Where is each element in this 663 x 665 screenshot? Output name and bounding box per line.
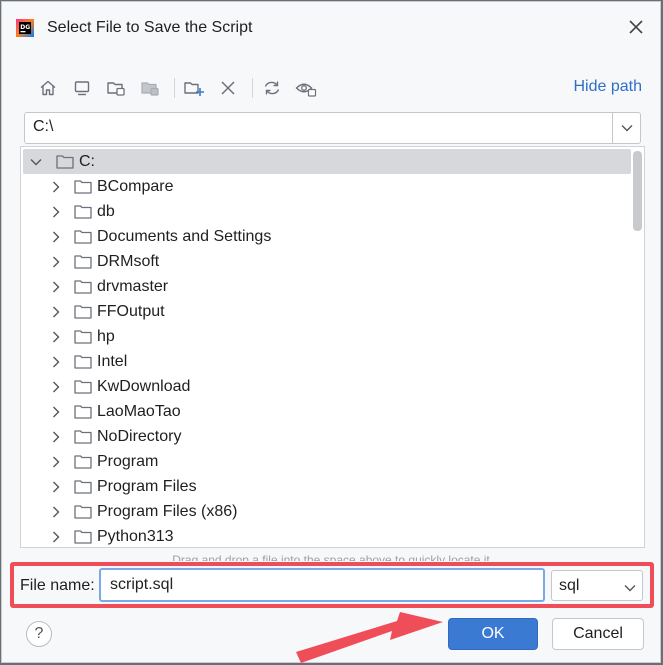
folder-tree[interactable]: C: BCompare db Documents and Settings DRMso…	[20, 146, 645, 548]
chevron-down-icon[interactable]	[29, 155, 43, 169]
tree-row-label: LaoMaoTao	[97, 402, 181, 420]
extension-select[interactable]: sql	[551, 570, 643, 601]
tree-row[interactable]: hp	[21, 324, 631, 349]
tree-row-label: db	[97, 202, 115, 220]
chevron-right-icon[interactable]	[49, 530, 63, 544]
chevron-right-icon[interactable]	[49, 180, 63, 194]
tree-row-label: BCompare	[97, 177, 174, 195]
folder-icon	[73, 504, 93, 520]
folder-icon	[73, 429, 93, 445]
tree-row[interactable]: db	[21, 199, 631, 224]
project-folder-icon[interactable]	[102, 72, 130, 104]
tree-row[interactable]: Intel	[21, 349, 631, 374]
file-name-input[interactable]	[99, 568, 545, 602]
tree-root-row[interactable]: C:	[23, 149, 631, 174]
tree-row-label: Program Files	[97, 477, 197, 495]
path-input[interactable]	[33, 118, 593, 136]
close-icon[interactable]	[624, 15, 648, 39]
tree-row-label: NoDirectory	[97, 427, 182, 445]
folder-icon	[73, 479, 93, 495]
tree-row[interactable]: FFOutput	[21, 299, 631, 324]
chevron-down-icon[interactable]	[612, 113, 640, 143]
chevron-right-icon[interactable]	[49, 405, 63, 419]
folder-icon	[73, 204, 93, 220]
file-toolbar: Hide path	[24, 72, 644, 104]
folder-icon	[73, 329, 93, 345]
chevron-right-icon[interactable]	[49, 230, 63, 244]
tree-row-label: FFOutput	[97, 302, 165, 320]
chevron-right-icon[interactable]	[49, 505, 63, 519]
folder-icon	[73, 179, 93, 195]
tree-row-label: DRMsoft	[97, 252, 160, 270]
toolbar-separator	[174, 78, 175, 98]
refresh-icon[interactable]	[258, 72, 286, 104]
chevron-right-icon[interactable]	[49, 280, 63, 294]
tree-row[interactable]: KwDownload	[21, 374, 631, 399]
tree-row[interactable]: Program Files	[21, 474, 631, 499]
title-bar: DG Select File to Save the Script	[2, 2, 660, 54]
folder-icon	[73, 454, 93, 470]
extension-value: sql	[559, 577, 580, 594]
tree-row[interactable]: DRMsoft	[21, 249, 631, 274]
dialog-title: Select File to Save the Script	[47, 19, 253, 36]
tree-row[interactable]: Python313	[21, 524, 631, 547]
tree-row[interactable]: LaoMaoTao	[21, 399, 631, 424]
tree-root-label: C:	[79, 152, 95, 170]
tree-row-label: KwDownload	[97, 377, 191, 395]
path-combobox[interactable]	[24, 112, 641, 144]
tree-row[interactable]: BCompare	[21, 174, 631, 199]
module-folder-icon[interactable]	[136, 72, 164, 104]
folder-icon	[73, 279, 93, 295]
tree-row[interactable]: Documents and Settings	[21, 224, 631, 249]
chevron-right-icon[interactable]	[49, 480, 63, 494]
toolbar-separator	[252, 78, 253, 98]
cancel-button[interactable]: Cancel	[552, 618, 644, 650]
folder-icon	[55, 154, 75, 170]
svg-text:DG: DG	[20, 24, 30, 31]
chevron-right-icon[interactable]	[49, 355, 63, 369]
folder-icon	[73, 304, 93, 320]
tree-scrollbar[interactable]	[633, 151, 642, 231]
chevron-right-icon[interactable]	[49, 330, 63, 344]
folder-icon	[73, 354, 93, 370]
chevron-right-icon[interactable]	[49, 380, 63, 394]
tree-row-label: drvmaster	[97, 277, 169, 295]
chevron-right-icon[interactable]	[49, 255, 63, 269]
tree-row-label: Python313	[97, 527, 174, 545]
folder-icon	[73, 379, 93, 395]
drag-drop-hint: Drag and drop a file into the space abov…	[172, 553, 490, 561]
chevron-right-icon[interactable]	[49, 305, 63, 319]
folder-icon	[73, 254, 93, 270]
folder-icon	[73, 529, 93, 545]
tree-row[interactable]: drvmaster	[21, 274, 631, 299]
tree-row-label: Intel	[97, 352, 128, 370]
home-icon[interactable]	[34, 72, 62, 104]
help-button[interactable]: ?	[26, 621, 52, 647]
chevron-down-icon[interactable]	[624, 579, 636, 597]
chevron-right-icon[interactable]	[49, 205, 63, 219]
hide-path-link[interactable]: Hide path	[574, 78, 643, 96]
tree-row-label: Program	[97, 452, 159, 470]
folder-icon	[73, 404, 93, 420]
desktop-icon[interactable]	[68, 72, 96, 104]
folder-icon	[73, 229, 93, 245]
show-hidden-icon[interactable]	[292, 72, 320, 104]
file-name-label: File name:	[20, 577, 95, 594]
tree-row-label: hp	[97, 327, 115, 345]
tree-row[interactable]: Program	[21, 449, 631, 474]
chevron-right-icon[interactable]	[49, 455, 63, 469]
save-script-dialog: DG Select File to Save the Script Hide p…	[1, 1, 661, 663]
chevron-right-icon[interactable]	[49, 430, 63, 444]
new-folder-icon[interactable]	[180, 72, 208, 104]
jetbrains-icon: DG	[16, 19, 34, 37]
tree-row[interactable]: NoDirectory	[21, 424, 631, 449]
delete-icon[interactable]	[214, 72, 242, 104]
ok-button[interactable]: OK	[448, 618, 538, 650]
tree-row-label: Documents and Settings	[97, 227, 272, 245]
tree-row-label: Program Files (x86)	[97, 502, 238, 520]
tree-row[interactable]: Program Files (x86)	[21, 499, 631, 524]
